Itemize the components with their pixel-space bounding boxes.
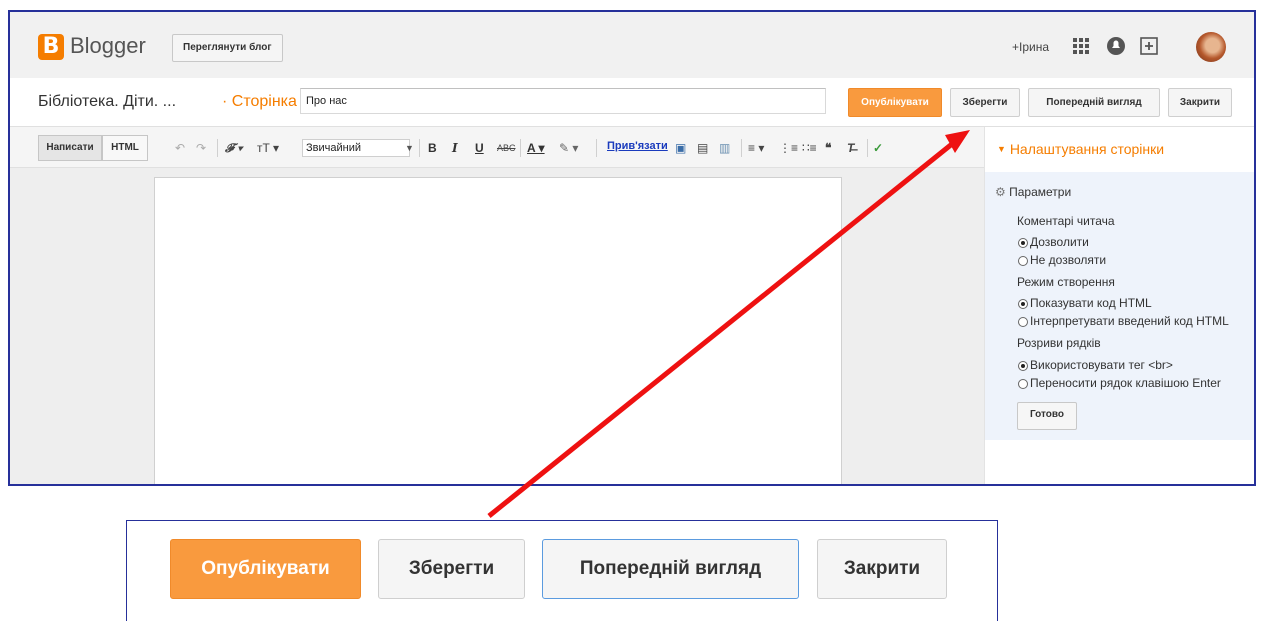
compose-mode-tab[interactable]: Написати [38,135,102,161]
bullet-list-icon[interactable]: ∷≡ [802,140,817,156]
zoom-save-button[interactable]: Зберегти [378,539,525,599]
editor-toolbar: Написати HTML ↶ ↷ 𝓕 ▾ тT ▾ Звичайний ▼ B… [10,127,984,168]
comments-deny-radio[interactable] [1018,256,1028,266]
apps-grid-icon[interactable] [1070,35,1092,57]
mode-interpret-html-radio[interactable] [1018,317,1028,327]
comments-allow-label[interactable]: Дозволити [1030,235,1089,249]
user-name-link[interactable]: +Ірина [1012,40,1049,54]
toolbar-divider [867,139,868,157]
app-name[interactable]: Blogger [70,33,146,59]
options-label: Параметри [1009,185,1072,199]
toolbar-divider [419,139,420,157]
breaks-enter-label[interactable]: Переносити рядок клавішою Enter [1030,376,1221,390]
options-panel: ⚙ Параметри Коментарі читача Дозволити Н… [985,172,1254,440]
mode-show-html-label[interactable]: Показувати код HTML [1030,296,1152,310]
redo-icon[interactable]: ↷ [196,140,206,156]
mode-show-html-radio[interactable] [1018,299,1028,309]
title-bar: Бібліотека. Діти. ... · Сторінка Про нас… [10,78,1254,127]
blog-name[interactable]: Бібліотека. Діти. ... [38,93,176,111]
zoom-preview-button[interactable]: Попередній вигляд [542,539,799,599]
blogger-logo-icon[interactable]: B [38,34,64,60]
html-mode-tab[interactable]: HTML [102,135,148,161]
zoom-publish-button[interactable]: Опублікувати [170,539,361,599]
comments-deny-label[interactable]: Не дозволяти [1030,253,1106,267]
strikethrough-icon[interactable]: ABC [497,140,516,156]
top-bar: B Blogger Переглянути блог +Ірина [10,12,1254,78]
done-button[interactable]: Готово [1017,402,1077,430]
avatar[interactable] [1196,32,1226,62]
font-size-select[interactable]: Звичайний [302,139,410,157]
breaks-enter-radio[interactable] [1018,379,1028,389]
gear-icon: ⚙ [995,185,1006,199]
toolbar-divider [520,139,521,157]
clear-format-icon[interactable]: T̶ [847,140,854,156]
editor-canvas[interactable] [154,177,842,484]
comments-label: Коментарі читача [1017,214,1115,228]
save-button[interactable]: Зберегти [950,88,1020,117]
toolbar-divider [596,139,597,157]
page-type-label: · Сторінка [222,93,297,110]
page-settings-sidebar: ▼ Налаштування сторінки ⚙ Параметри Коме… [984,127,1254,484]
numbered-list-icon[interactable]: ⋮≡ [779,140,798,156]
comments-allow-radio[interactable] [1018,238,1028,248]
publish-button[interactable]: Опублікувати [848,88,942,117]
sidebar-title-label: Налаштування сторінки [1009,141,1165,157]
highlight-icon[interactable]: ✎ ▾ [559,140,578,156]
notifications-icon[interactable] [1105,35,1127,57]
compose-mode-label: Режим створення [1017,275,1115,289]
italic-icon[interactable]: I [452,140,458,156]
jump-break-icon[interactable]: ▥ [719,140,730,156]
font-size-icon[interactable]: тT ▾ [257,140,279,156]
preview-button[interactable]: Попередній вигляд [1028,88,1160,117]
view-blog-button[interactable]: Переглянути блог [172,34,283,62]
close-button[interactable]: Закрити [1168,88,1232,117]
zoom-close-button[interactable]: Закрити [817,539,947,599]
toolbar-divider [741,139,742,157]
page-title-input[interactable]: Про нас [300,88,826,114]
video-icon[interactable]: ▤ [697,140,708,156]
image-icon[interactable]: ▣ [675,140,686,156]
link-button[interactable]: Прив'язати [607,140,668,152]
chevron-down-icon[interactable]: ▼ [405,140,414,156]
zoomed-buttons-panel: Опублікувати Зберегти Попередній вигляд … [126,520,998,621]
align-icon[interactable]: ≡ ▾ [748,140,764,156]
bold-icon[interactable]: B [428,140,437,156]
mode-interpret-html-label[interactable]: Інтерпретувати введений код HTML [1030,314,1229,328]
share-plus-icon[interactable] [1138,35,1160,57]
font-family-icon[interactable]: 𝓕 ▾ [225,140,242,156]
quote-icon[interactable]: ❝ [825,140,831,156]
line-breaks-label: Розриви рядків [1017,336,1101,350]
breaks-use-br-radio[interactable] [1018,361,1028,371]
options-header: ⚙ Параметри [995,185,1071,199]
toolbar-divider [217,139,218,157]
chevron-down-icon: ▼ [997,144,1006,154]
underline-icon[interactable]: U [475,140,484,156]
text-color-icon[interactable]: A ▾ [527,140,545,156]
spellcheck-icon[interactable]: ✓ [873,140,883,156]
sidebar-title[interactable]: ▼ Налаштування сторінки [997,141,1164,157]
blogger-editor-screenshot: B Blogger Переглянути блог +Ірина Бібліо… [8,10,1256,486]
undo-icon[interactable]: ↶ [175,140,185,156]
breaks-use-br-label[interactable]: Використовувати тег <br> [1030,358,1173,372]
